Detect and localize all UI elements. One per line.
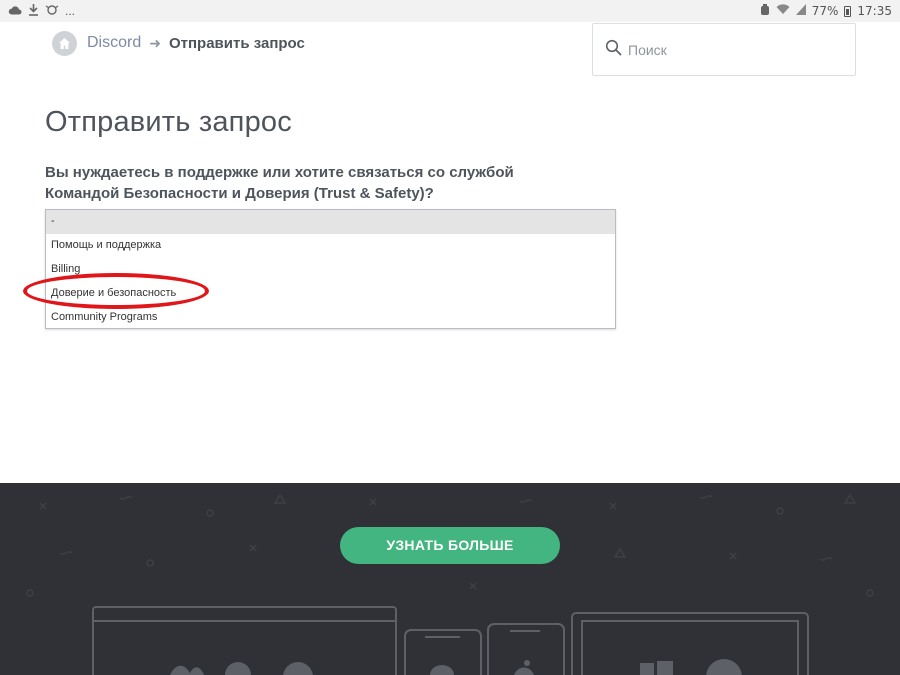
arrow-right-icon: ➜ (149, 34, 161, 51)
dropdown-option-help-support[interactable]: Помощь и поддержка (46, 234, 615, 258)
dropdown-option-trust-safety[interactable]: Доверие и безопасность (46, 282, 615, 306)
dropdown-option-community-programs[interactable]: Community Programs (46, 306, 615, 330)
page-title: Отправить запрос (45, 106, 292, 138)
status-bar-notifications: ... (8, 3, 76, 19)
battery-percent: 77% (811, 4, 839, 18)
dropdown-option-billing[interactable]: Billing (46, 258, 615, 282)
search-icon (605, 39, 622, 61)
devices-illustration (92, 606, 809, 675)
status-bar: ... 77% 17:35 (0, 0, 900, 22)
status-bar-system: 77% 17:35 (760, 3, 892, 19)
signal-icon (795, 4, 806, 18)
breadcrumb-discord-link[interactable]: Discord (87, 34, 141, 52)
request-type-question: Вы нуждаетесь в поддержке или хотите свя… (45, 164, 514, 202)
home-icon[interactable] (52, 30, 77, 56)
breadcrumb: Discord ➜ Отправить запрос (52, 30, 305, 56)
sync-icon (45, 4, 59, 19)
request-type-dropdown[interactable]: - Помощь и поддержка Billing Доверие и б… (45, 209, 616, 329)
breadcrumb-current: Отправить запрос (168, 34, 305, 52)
alarm-icon (760, 3, 770, 19)
search-box[interactable] (592, 23, 856, 76)
more-notifications: ... (65, 4, 76, 18)
footer: УЗНАТЬ БОЛЬШЕ (0, 483, 900, 675)
download-icon (28, 3, 39, 19)
cloud-icon (8, 4, 22, 18)
dropdown-option-empty[interactable]: - (46, 210, 615, 234)
clock: 17:35 (857, 4, 892, 18)
battery-icon (844, 5, 852, 17)
search-input[interactable] (628, 41, 828, 58)
wifi-icon (776, 4, 790, 18)
